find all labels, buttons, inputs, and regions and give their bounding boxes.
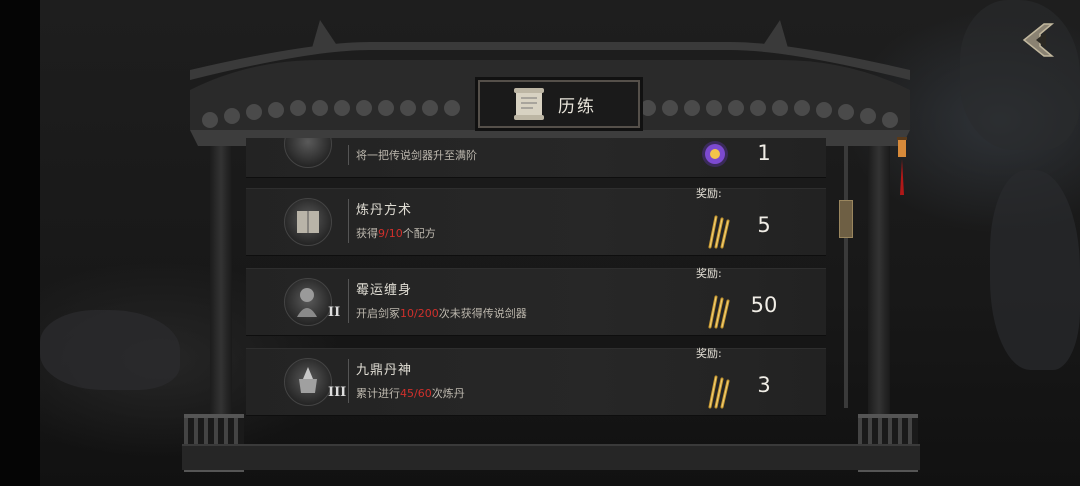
scroll-icon [514,88,544,120]
purple-orb-icon [702,141,728,167]
achievement-icon [284,198,332,246]
reward-value: 50 [750,293,778,317]
row-separator [348,359,349,403]
rock-decoration [990,170,1080,370]
golden-swords-icon [708,375,730,409]
back-arrow-icon[interactable] [1018,20,1058,60]
achievement-row[interactable]: 炼丹方术 获得9/10个配方 奖励: 5 [246,187,826,256]
achievement-list[interactable]: 将一把传说剑器升至满阶 1 炼丹方术 获得9/10个配方 奖励: 5 II 霉运… [230,138,830,418]
pavilion-floor [182,444,920,470]
lantern-icon [897,137,907,195]
reward-value: 3 [757,373,771,397]
row-separator [348,279,349,323]
book-icon [297,211,319,233]
achievement-name: 炼丹方术 [356,203,413,218]
achievement-name: 九鼎丹神 [356,363,413,378]
reward-value: 5 [757,213,771,237]
letterbox-left [0,0,40,486]
achievement-desc: 开启剑冢10/200次未获得传说剑器 [356,307,527,320]
achievement-desc: 获得9/10个配方 [356,227,436,240]
reward-label: 奖励: [696,267,722,280]
pillar-left [210,120,232,450]
achievement-row[interactable]: II 霉运缠身 开启剑冢10/200次未获得传说剑器 奖励: 50 [246,267,826,336]
row-separator [348,199,349,243]
reward-label: 奖励: [696,187,722,200]
golden-swords-icon [708,215,730,249]
rock-decoration [40,310,180,390]
achievement-icon [284,138,332,168]
achievement-icon [284,278,332,326]
scrollbar-track[interactable] [844,146,848,408]
achievement-row[interactable]: 将一把传说剑器升至满阶 1 [246,138,826,178]
panel-title: 历练 [558,96,596,117]
figure-icon [297,288,317,317]
cauldron-icon [299,367,317,393]
tier-badge: III [328,385,347,400]
achievement-icon [284,358,332,406]
achievement-desc: 累计进行45/60次炼丹 [356,387,465,400]
tier-badge: II [328,305,341,320]
achievement-name: 霉运缠身 [356,283,413,298]
achievement-desc: 将一把传说剑器升至满阶 [356,149,477,162]
achievement-row[interactable]: III 九鼎丹神 累计进行45/60次炼丹 奖励: 3 [246,347,826,416]
reward-value: 1 [757,141,771,165]
scrollbar-thumb[interactable] [839,200,853,238]
golden-swords-icon [708,295,730,329]
row-separator [348,145,349,165]
reward-label: 奖励: [696,347,722,360]
panel-title-plate: 历练 [478,80,640,128]
pillar-right [868,120,890,450]
